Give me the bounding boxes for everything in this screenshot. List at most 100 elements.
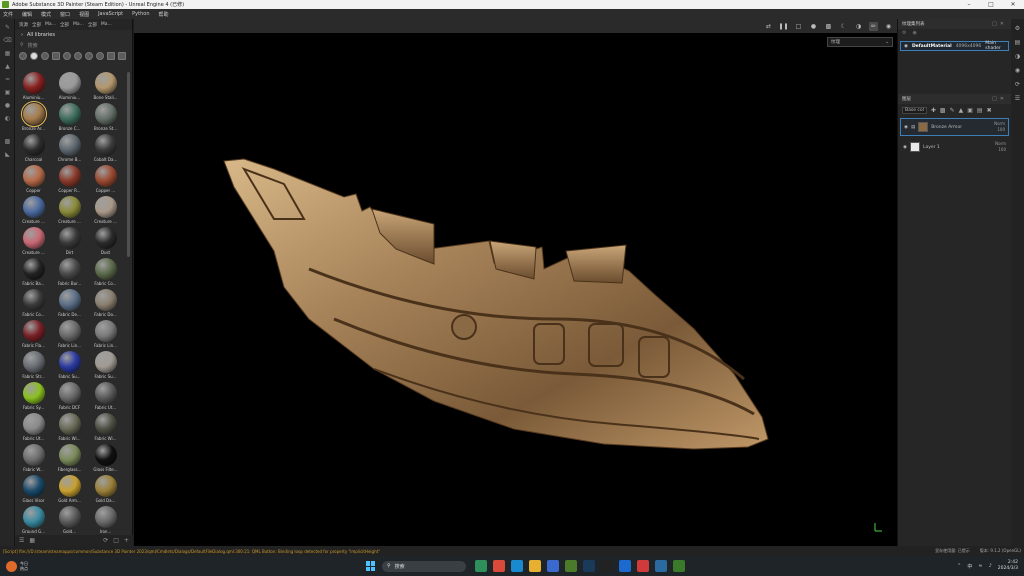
panel-controls-icon[interactable]: □✕ [992,96,1007,102]
eraser-icon[interactable]: ⌫ [3,36,12,45]
material-thumbnail[interactable]: Fabric Co... [89,258,122,287]
filter-icon[interactable]: ◉ [912,30,916,36]
new-window-icon[interactable]: □ [113,537,119,544]
minimize-button[interactable]: – [958,1,980,8]
menu-mode[interactable]: 模式 [41,11,51,18]
material-thumbnail[interactable]: Glass Filte... [89,444,122,473]
eye-icon[interactable]: ◉ [904,44,908,49]
material-thumbnail[interactable]: Fabric Lin... [53,320,86,349]
chevron-up-icon[interactable]: ⌃ [957,563,961,569]
folder-icon[interactable]: ▤ [977,107,983,114]
paint-icon[interactable] [637,560,649,572]
material-thumbnail[interactable]: Bronze C... [53,103,86,132]
settings-icon[interactable]: ⚙ [1013,24,1022,33]
layer-blend-info[interactable]: Norm 100 [994,121,1005,133]
delete-icon[interactable]: ✖ [987,107,992,114]
polygon-fill-icon[interactable]: ◣ [3,150,12,159]
add-paint-layer-icon[interactable]: ✎ [950,107,955,114]
material-thumbnail[interactable]: Fabric DCF [53,382,86,411]
panel-controls-icon[interactable]: □✕ [992,21,1007,27]
material-thumbnail[interactable]: Ground G... [17,506,50,535]
material-thumbnail[interactable]: Fabric Ut... [17,413,50,442]
material-thumbnail[interactable]: Chrome B... [53,134,86,163]
material-thumbnail[interactable]: Bronze Ar... [17,101,50,132]
material-thumbnail[interactable]: Creature ... [17,196,50,225]
material-thumbnail[interactable]: Bone Stali... [89,72,122,101]
color-icon[interactable]: ◉ [1013,66,1022,75]
material-thumbnail[interactable]: Cobalt Da... [89,134,122,163]
material-thumbnail[interactable]: Gold Da... [89,475,122,504]
material-thumbnail[interactable]: Fabric Sy... [17,382,50,411]
material-thumbnail[interactable]: Creature ... [17,227,50,256]
material-thumbnail[interactable]: Bronze St... [89,103,122,132]
material-thumbnail[interactable]: Gold Arm... [53,475,86,504]
material-thumbnail[interactable]: Glass Visor [17,475,50,504]
start-button[interactable] [366,561,376,571]
material-thumbnail[interactable]: Creature ... [53,196,86,225]
material-thumbnail[interactable]: Dirt [53,227,86,256]
close-button[interactable]: ✕ [1002,1,1024,8]
material-thumbnail[interactable]: Fabric Bur... [53,258,86,287]
filter-smart-materials-icon[interactable] [41,52,49,60]
add-group-icon[interactable]: ▣ [967,107,973,114]
material-thumbnail[interactable]: Fabric Str... [17,351,50,380]
menu-window[interactable]: 窗口 [60,11,70,18]
maximize-button[interactable]: □ [980,1,1002,8]
filter-environment-icon[interactable] [107,52,115,60]
file-explorer-icon[interactable] [475,560,487,572]
material-thumbnail[interactable]: Aluminiu... [53,72,86,101]
shelf-tab[interactable]: 全部 [60,22,69,28]
projection-icon[interactable]: ▦ [3,49,12,58]
shelf-icon[interactable]: ▤ [1013,38,1022,47]
shelf-search[interactable]: ⚲ 搜索 [15,40,132,50]
material-thumbnail[interactable]: Fiberglass... [53,444,86,473]
material-picker-icon[interactable]: ◐ [3,114,12,123]
add-fill-layer-icon[interactable]: ▲ [959,107,964,114]
filter-materials-icon[interactable] [30,52,38,60]
folder-icon[interactable] [529,560,541,572]
3d-viewport[interactable]: ⇄ ❚❚ □ ● ▩ ☾ ◑ ✏ ◉ 纹理 ⌄ [134,19,897,546]
material-thumbnail[interactable]: Fabric Wi... [53,413,86,442]
filter-tools-icon[interactable] [96,52,104,60]
eye-icon[interactable]: ◉ [904,125,908,130]
bake-icon[interactable]: ▩ [3,137,12,146]
filter-masks-icon[interactable] [63,52,71,60]
geometry-mask-icon[interactable]: ▲ [3,62,12,71]
list-view-icon[interactable]: ☰ [19,537,24,544]
material-thumbnail[interactable]: Creature ... [89,196,122,225]
filter-brushes-icon[interactable] [74,52,82,60]
material-thumbnail[interactable]: Fabric De... [53,289,86,318]
add-effect-icon[interactable]: ✚ [931,107,936,114]
input-language[interactable]: 中 [967,563,972,570]
material-thumbnail[interactable]: Dust [89,227,122,256]
material-thumbnail[interactable]: Iron... [89,506,122,535]
menu-python[interactable]: Python [132,11,149,17]
material-thumbnail[interactable]: Fabric Ut... [89,382,122,411]
material-thumbnail[interactable]: Aluminiu... [17,72,50,101]
menu-javascript[interactable]: JavaScript [98,11,123,17]
color-picker-icon[interactable]: ● [3,101,12,110]
texture-set-row[interactable]: ◉ DefaultMaterial 4096x4096 Main shader [900,41,1009,51]
store-icon[interactable] [547,560,559,572]
shelf-tab[interactable]: 全部 [88,22,97,28]
grid-size-icon[interactable] [118,52,126,60]
menu-view[interactable]: 视图 [79,11,89,18]
filter-all-icon[interactable] [19,52,27,60]
painter-icon[interactable] [673,560,685,572]
blend-channel-dropdown[interactable]: Base col [902,106,927,114]
shelf-scrollbar[interactable] [127,72,130,257]
wifi-icon[interactable]: ≈ [978,563,982,569]
layer-row[interactable]: ◉ ▤ Bronze Armor Norm 100 [900,118,1009,136]
material-thumbnail[interactable]: Charcoal [17,134,50,163]
filter-textures-icon[interactable] [52,52,60,60]
material-thumbnail[interactable]: Copper [17,165,50,194]
smudge-icon[interactable]: ≈ [3,75,12,84]
paint-brush-icon[interactable]: ✎ [3,23,12,32]
add-mask-icon[interactable]: ▩ [940,107,946,114]
weather-widget[interactable]: 今日 热点 [6,560,366,572]
shelf-tab[interactable]: 资源 [19,22,28,28]
material-thumbnail[interactable]: Fabric Lin... [89,320,122,349]
material-thumbnail[interactable]: Fabric Fla... [17,320,50,349]
log-icon[interactable]: ☰ [1013,94,1022,103]
clock[interactable]: 2:42 2024/3/3 [998,560,1018,572]
